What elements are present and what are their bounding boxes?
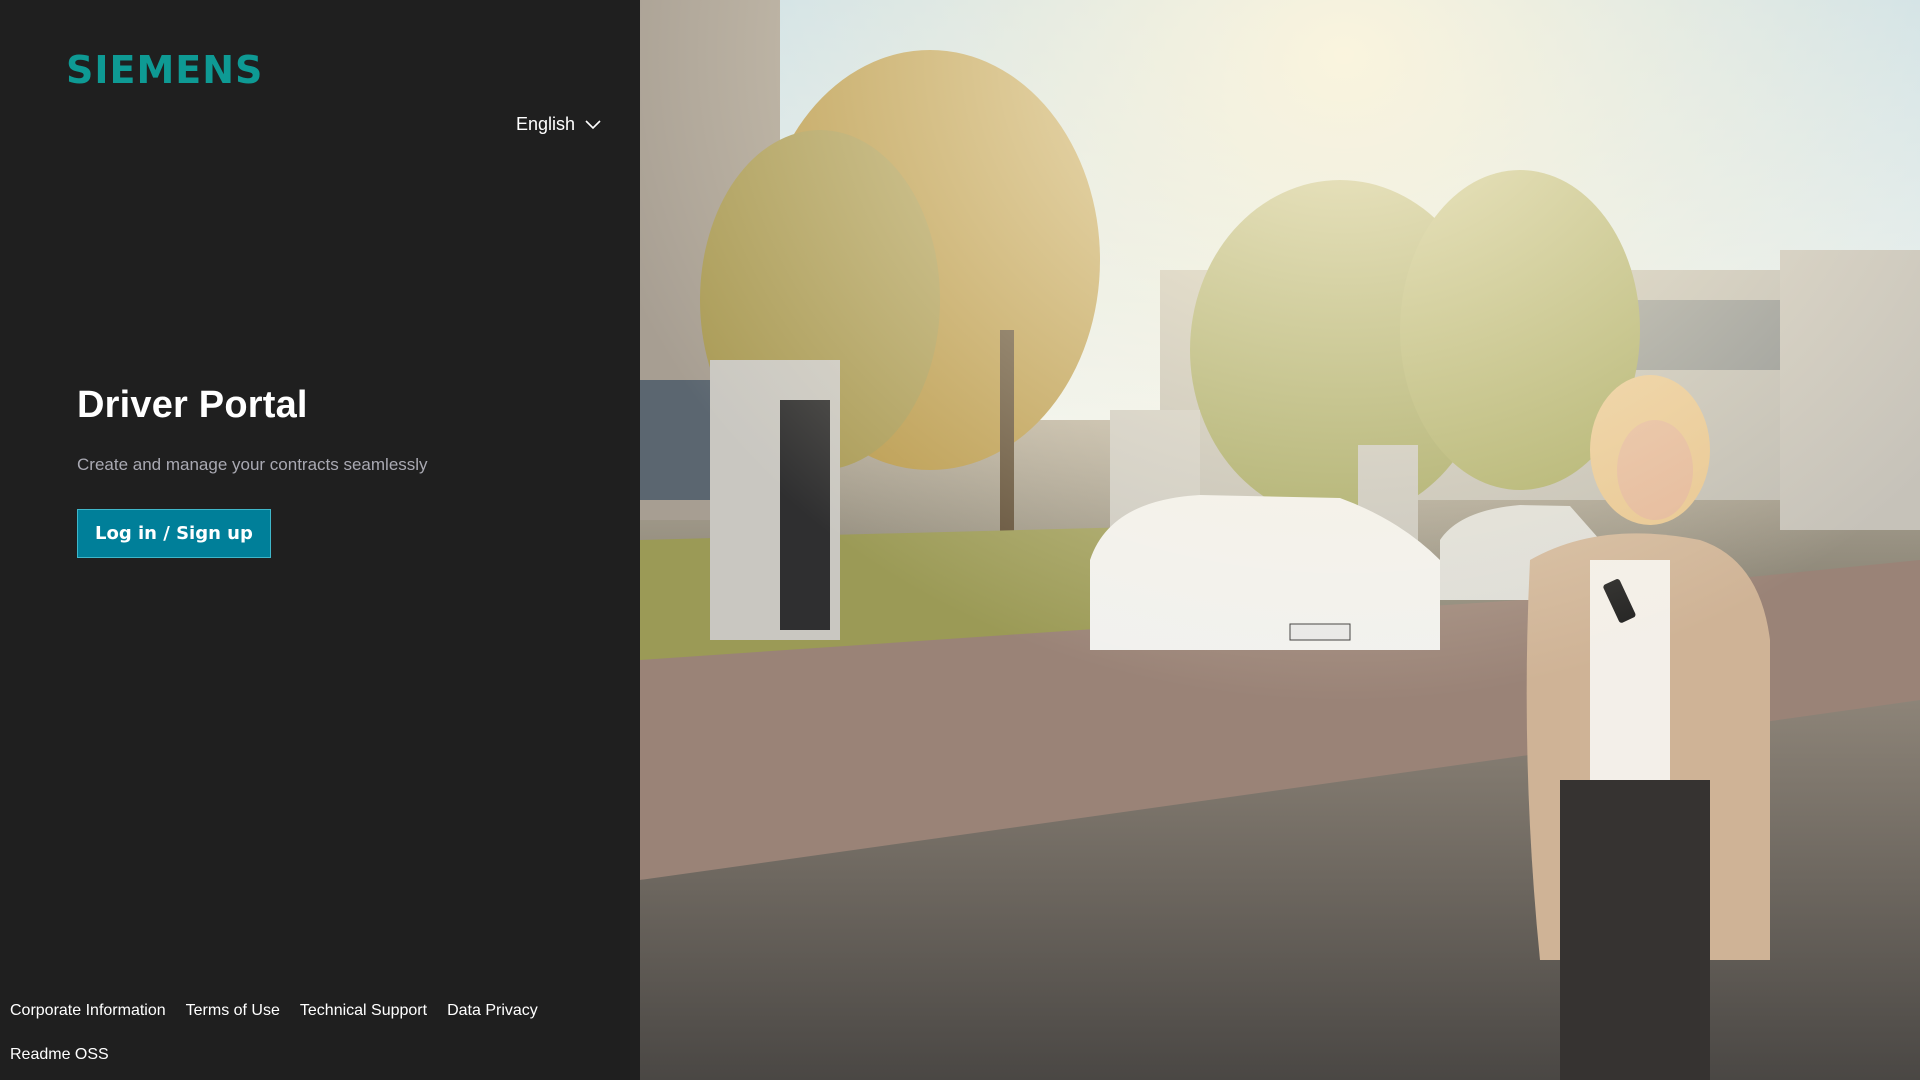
footer: Corporate Information Terms of Use Techn… [10,1002,630,1064]
footer-link-terms-of-use[interactable]: Terms of Use [186,1002,280,1020]
login-page: SIEMENS English Driver Portal Create and… [0,0,1920,1080]
footer-link-corporate-information[interactable]: Corporate Information [10,1002,166,1020]
language-label: English [516,114,576,134]
footer-row-2: Readme OSS [10,1046,630,1064]
left-panel: SIEMENS English Driver Portal Create and… [0,0,640,1080]
footer-link-technical-support[interactable]: Technical Support [300,1002,427,1020]
hero-section: Driver Portal Create and manage your con… [77,384,428,558]
photo-illustration [640,0,1920,1080]
footer-link-readme-oss[interactable]: Readme OSS [10,1046,109,1064]
ev-charging-scene-image [640,0,1920,1080]
login-signup-button[interactable]: Log in / Sign up [77,509,271,558]
language-selector[interactable]: English [516,114,601,135]
footer-row-1: Corporate Information Terms of Use Techn… [10,1002,630,1020]
footer-link-data-privacy[interactable]: Data Privacy [447,1002,538,1020]
chevron-down-icon [585,119,601,130]
page-title: Driver Portal [77,384,308,426]
siemens-logo: SIEMENS [66,48,264,92]
page-subtitle: Create and manage your contracts seamles… [77,455,428,474]
